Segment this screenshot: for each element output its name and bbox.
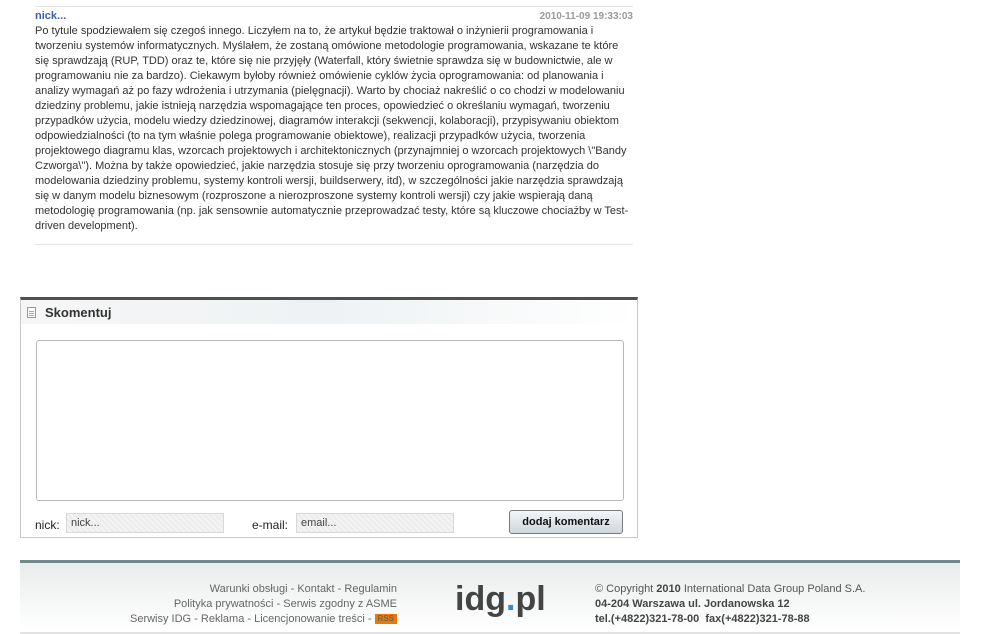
company-address: 04-204 Warszawa ul. Jordanowska 12 [595,598,790,610]
logo-text-prefix: idg [455,580,506,618]
comment-form-header: Skomentuj [21,300,637,324]
comment-form-title: Skomentuj [45,304,112,320]
email-input[interactable] [296,513,454,533]
copyright-line: © Copyright 2010 International Data Grou… [595,582,865,597]
footer-link-ads[interactable]: Reklama [201,613,244,625]
comment-header: nick... 2010-11-09 19:33:03 [35,10,633,24]
nick-label: nick: [35,518,60,532]
add-comment-button[interactable]: dodaj komentarz [509,510,623,534]
document-icon [27,306,36,318]
copyright-year: 2010 [656,583,681,595]
footer-link-licensing[interactable]: Licencjonowanie treści [254,613,365,625]
idg-logo[interactable]: idg.pl [455,580,546,619]
copyright-prefix: © Copyright [595,583,657,595]
footer-link-privacy[interactable]: Polityka prywatności [174,598,274,610]
separator: - [244,613,255,625]
company-fax: fax(+4822)321-78-88 [705,613,810,625]
separator: - [287,583,298,595]
company-phone: tel.(+4822)321-78-00 [595,613,700,625]
comment-item: nick... 2010-11-09 19:33:03 Po tytule sp… [35,6,633,245]
footer-link-rules[interactable]: Regulamin [344,583,397,595]
separator: - [191,613,201,625]
comment-date: 2010-11-09 19:33:03 [539,11,633,22]
comment-author-link[interactable]: nick... [35,10,66,22]
divider [35,6,633,7]
site-footer: Warunki obsługi - Kontakt - Regulamin Po… [20,560,960,634]
comment-textarea[interactable] [36,340,624,501]
copyright-company: International Data Group Poland S.A. [680,583,866,595]
rss-icon[interactable]: RSS [374,614,397,625]
footer-links: Warunki obsługi - Kontakt - Regulamin Po… [130,582,397,627]
separator: - [334,583,345,595]
footer-link-terms[interactable]: Warunki obsługi [210,583,288,595]
logo-text-suffix: pl [515,580,546,618]
footer-link-contact[interactable]: Kontakt [297,583,334,595]
separator: - [273,598,284,610]
footer-company-info: © Copyright 2010 International Data Grou… [595,582,865,627]
footer-link-idg-services[interactable]: Serwisy IDG [130,613,191,625]
email-label: e-mail: [252,518,289,532]
comment-form-fields: nick: e-mail: dodaj komentarz [35,510,625,536]
footer-link-asme[interactable]: Serwis zgodny z ASME [283,598,397,610]
comment-body: Po tytule spodziewałem się czegoś innego… [35,25,629,232]
nick-input[interactable] [66,513,224,533]
separator: - [364,613,375,625]
comment-form: Skomentuj nick: e-mail: dodaj komentarz [20,297,638,538]
divider [35,244,633,245]
